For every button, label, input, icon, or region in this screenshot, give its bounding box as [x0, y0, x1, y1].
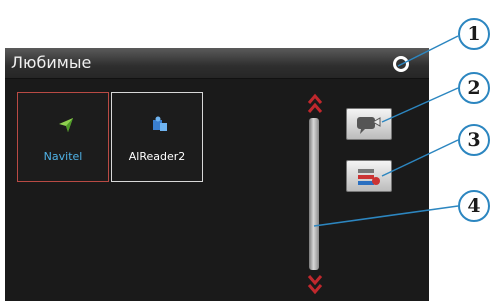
callout-2: 2	[458, 72, 490, 104]
callout-4: 4	[458, 190, 490, 222]
callout-3: 3	[458, 124, 490, 156]
callout-lines	[313, 35, 459, 227]
callout-1: 1	[458, 18, 490, 50]
